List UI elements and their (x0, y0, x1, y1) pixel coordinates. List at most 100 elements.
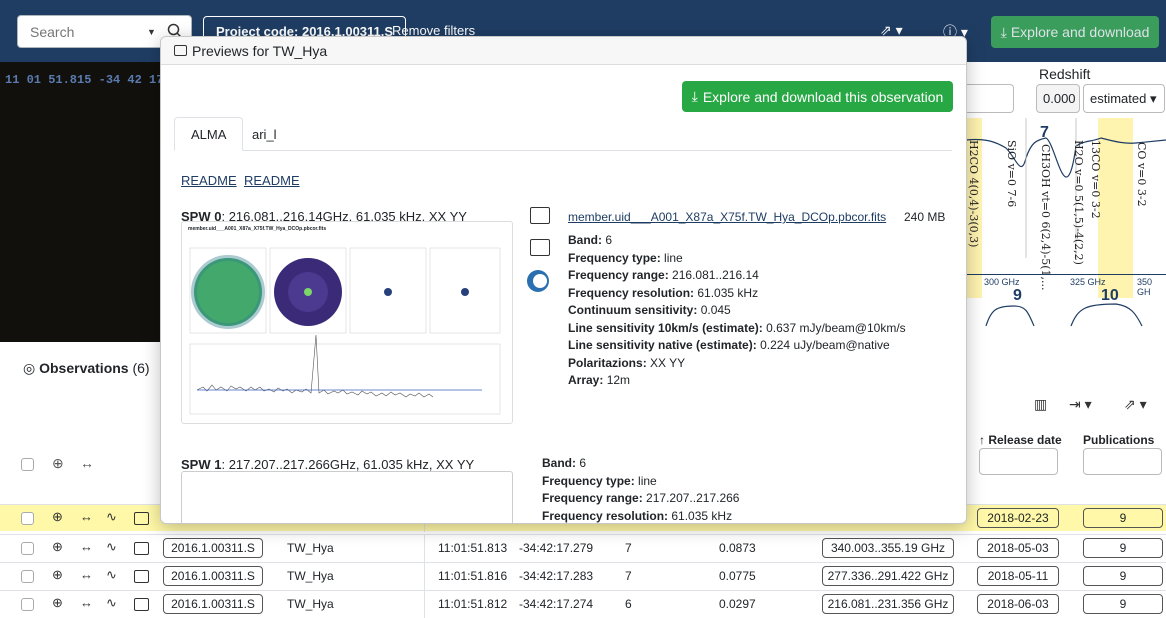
source-name: TW_Hya (287, 597, 334, 611)
freq-tick: 325 GHz (1070, 277, 1106, 287)
cube-viewer-icon[interactable] (527, 270, 549, 292)
band-number: 7 (1040, 124, 1049, 141)
redshift-label: Redshift (1039, 66, 1091, 82)
columns-icon[interactable]: ▥ (1034, 396, 1047, 413)
spw-1-label: SPW 1 (181, 457, 222, 472)
expand-icon[interactable]: ↔ (80, 509, 93, 524)
release-date: 2018-02-23 (977, 508, 1059, 528)
preview-icon[interactable] (134, 570, 149, 583)
project-code[interactable]: 2016.1.00311.S (163, 594, 263, 614)
property-key: Frequency resolution (568, 285, 691, 300)
row-checkbox[interactable] (21, 542, 34, 555)
explore-download-observation-button[interactable]: ⤓ Explore and download this observation (682, 81, 953, 112)
column-header-release-date[interactable]: ↑ Release date (979, 433, 1062, 447)
line-label: CO v=0 3-2 (1135, 142, 1148, 207)
property-row: Line sensitivity native (estimate): 0.22… (568, 338, 890, 352)
image-icon[interactable] (530, 239, 550, 256)
project-code[interactable]: 2016.1.00311.S (163, 566, 263, 586)
property-key: Array (568, 373, 600, 387)
spectrum-icon[interactable]: ∿ (106, 539, 117, 555)
search-input[interactable] (18, 23, 143, 40)
target-icon[interactable]: ⊕ (52, 509, 63, 525)
image-icon[interactable] (530, 207, 550, 224)
image-icon (174, 45, 187, 56)
band: 6 (625, 597, 632, 611)
row-checkbox[interactable] (21, 598, 34, 611)
spectrum-icon[interactable]: ∿ (106, 595, 117, 611)
dec: -34:42:17.283 (519, 569, 594, 583)
property-row: Polaritazions: XX YY (568, 355, 686, 370)
table-row[interactable]: ⊕ ↔ ∿ 2016.1.00311.S TW_Hya 11:01:51.813 -34:4… (0, 534, 1166, 562)
spw-1-title: SPW 1: 217.207..217.266GHz, 61.035 kHz, … (181, 457, 474, 472)
frequency-range[interactable]: 340.003..355.19 GHz (822, 538, 954, 558)
publications-count[interactable]: 9 (1083, 594, 1163, 614)
property-key: Continuum sensitivity (568, 303, 694, 317)
publications-count[interactable]: 9 (1083, 508, 1163, 528)
download-icon: ⤓ (1000, 23, 1007, 40)
tab-alma[interactable]: ALMA (174, 117, 244, 151)
fits-file-link[interactable]: member.uid___A001_X87a_X75f.TW_Hya_DCOp.… (568, 210, 886, 224)
observations-count: (6) (132, 360, 150, 376)
target-icon[interactable]: ⊕ (52, 539, 63, 555)
search-dropdown-caret-icon[interactable]: ▼ (147, 27, 156, 37)
spectrum-icon[interactable]: ∿ (106, 567, 117, 583)
readme-link[interactable]: README (181, 173, 237, 188)
line-label: H2CO 4(0,4)-3(0,3) (967, 140, 980, 248)
frequency-range[interactable]: 277.336..291.422 GHz (822, 566, 954, 586)
project-code[interactable]: 2016.1.00311.S (163, 538, 263, 558)
target-icon[interactable]: ⊕ (52, 455, 64, 472)
spw-1-preview-thumbnail[interactable] (181, 471, 513, 523)
frequency-range[interactable]: 216.081..231.356 GHz (822, 594, 954, 614)
eye-icon: ◎ (23, 360, 36, 376)
target-icon[interactable]: ⊕ (52, 567, 63, 583)
property-key: Frequency type (542, 473, 631, 488)
property-key: Frequency range (568, 268, 665, 282)
ra: 11:01:51.812 (438, 597, 508, 611)
property-value: 6 (605, 233, 613, 247)
expand-icon[interactable]: ↔ (80, 595, 93, 610)
previews-modal: Previews for TW_Hya ⤓ Explore and downlo… (160, 36, 967, 524)
expand-icon[interactable]: ↔ (80, 539, 93, 554)
preview-icon[interactable] (134, 512, 149, 525)
table-row[interactable]: ⊕ ↔ ∿ 2016.1.00311.S TW_Hya 11:01:51.816 -34:4… (0, 562, 1166, 590)
property-row: Continuum sensitivity: 0.045 (568, 303, 731, 317)
property-key: Frequency resolution (542, 508, 665, 523)
publications-count[interactable]: 9 (1083, 538, 1163, 558)
redshift-input[interactable]: 0.000 (1036, 84, 1080, 113)
property-value: 61.035 kHz (697, 285, 759, 300)
band: 7 (625, 541, 632, 555)
property-row: Frequency type: line (568, 250, 683, 265)
explore-download-button[interactable]: ⤓ Explore and download (991, 16, 1159, 48)
spectrum-icon[interactable]: ∿ (106, 509, 117, 525)
sky-image-viewer[interactable] (0, 62, 160, 342)
ra: 11:01:51.816 (438, 569, 508, 583)
resolution: 0.0873 (719, 541, 756, 555)
redshift-mode-value: estimated (1090, 91, 1147, 106)
row-checkbox[interactable] (21, 512, 34, 525)
row-checkbox[interactable] (21, 570, 34, 583)
property-row: Frequency resolution: 61.035 kHz (542, 508, 733, 523)
property-key: Frequency range (542, 491, 639, 505)
preview-icon[interactable] (134, 542, 149, 555)
target-icon[interactable]: ⊕ (52, 595, 63, 611)
freq-axis (966, 274, 1166, 275)
readme-link[interactable]: README (244, 173, 300, 188)
publications-filter[interactable] (1083, 448, 1162, 475)
share-icon[interactable]: ⇗ ▾ (1124, 396, 1147, 413)
export-icon[interactable]: ⇥ ▾ (1069, 396, 1092, 413)
table-row[interactable]: ⊕ ↔ ∿ 2016.1.00311.S TW_Hya 11:01:51.812 -34:4… (0, 590, 1166, 618)
select-all-checkbox[interactable] (21, 458, 34, 471)
property-value: XX YY (650, 355, 686, 370)
tab-ari-l[interactable]: ari_l (236, 117, 293, 151)
preview-icon[interactable] (134, 598, 149, 611)
release-date-filter[interactable] (979, 448, 1058, 475)
expand-icon[interactable]: ↔ (80, 455, 94, 471)
publications-count[interactable]: 9 (1083, 566, 1163, 586)
property-value: 6 (579, 456, 587, 470)
column-header-publications[interactable]: Publications (1083, 433, 1154, 447)
expand-icon[interactable]: ↔ (80, 567, 93, 582)
velocity-input[interactable] (966, 84, 1014, 113)
redshift-mode-select[interactable]: estimated ▾ (1083, 84, 1165, 113)
property-row: Line sensitivity 10km/s (estimate): 0.63… (568, 320, 906, 335)
spw-0-preview-thumbnail[interactable]: member.uid___A001_X87a_X75f.TW_Hya_DCOp.… (181, 221, 513, 424)
